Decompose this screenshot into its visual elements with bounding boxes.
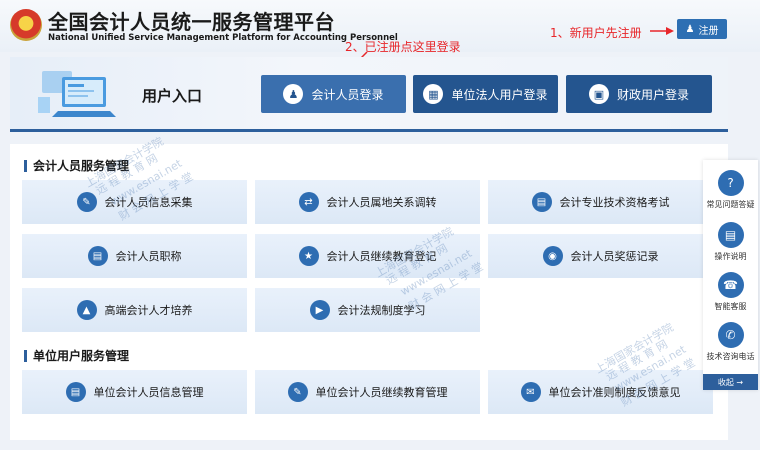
- service-professional-title[interactable]: ▤ 会计人员职称: [22, 234, 247, 278]
- finance-login-label: 财政用户登录: [616, 87, 689, 102]
- user-entry-title: 用户入口: [142, 87, 203, 105]
- graduation-cap-icon: ▲: [76, 300, 97, 320]
- question-icon: ?: [717, 170, 744, 196]
- document-icon: ▤: [717, 222, 744, 248]
- watermark-line: 上海国家会计学院: [592, 320, 676, 377]
- services-panel: 会计人员服务管理 ✎ 会计人员信息采集 ⇄ 会计人员属地关系调转 ▤ 会计专业技…: [10, 135, 728, 440]
- headset-icon: ☎: [717, 272, 744, 298]
- building-icon: ▦: [423, 84, 444, 104]
- service-info-collection[interactable]: ✎ 会计人员信息采集: [22, 180, 247, 224]
- customer-service-label: 智能客服: [714, 302, 747, 311]
- register-label: 注册: [698, 25, 719, 37]
- floating-help-panel: ? 常见问题答疑 ▤ 操作说明 ☎ 智能客服 ✆ 技术咨询电话 收起 →: [703, 160, 758, 390]
- collapse-button[interactable]: 收起 →: [703, 374, 758, 390]
- service-label: 会计人员信息采集: [104, 196, 193, 209]
- service-label: 单位会计准则制度反馈意见: [548, 386, 681, 399]
- corporate-login-label: 单位法人用户登录: [451, 87, 548, 102]
- record-icon: ◉: [542, 246, 563, 266]
- service-qualification-exam[interactable]: ▤ 会计专业技术资格考试: [488, 180, 713, 224]
- accountant-login-label: 会计人员登录: [311, 87, 384, 102]
- site-title: 全国会计人员统一服务管理平台: [48, 10, 335, 34]
- accountant-services-title: 会计人员服务管理: [24, 160, 129, 172]
- corporate-login-button[interactable]: ▦ 单位法人用户登录: [413, 75, 558, 113]
- user-icon: ♟: [685, 23, 695, 35]
- faq-link[interactable]: ? 常见问题答疑: [703, 170, 758, 210]
- feedback-icon: ✉: [520, 382, 541, 402]
- service-label: 高端会计人才培养: [104, 304, 193, 317]
- tech-phone-link[interactable]: ✆ 技术咨询电话: [703, 322, 758, 362]
- service-territorial-transfer[interactable]: ⇄ 会计人员属地关系调转: [255, 180, 480, 224]
- entry-divider: [10, 129, 728, 132]
- phone-icon: ✆: [717, 322, 744, 348]
- customer-service-link[interactable]: ☎ 智能客服: [703, 272, 758, 312]
- arrow-right-icon: [650, 27, 674, 35]
- exam-icon: ▤: [531, 192, 552, 212]
- accountant-login-button[interactable]: ♟ 会计人员登录: [261, 75, 406, 113]
- service-label: 会计人员奖惩记录: [570, 250, 659, 263]
- person-icon: ♟: [283, 84, 304, 104]
- faq-label: 常见问题答疑: [706, 200, 755, 209]
- service-regulation-study[interactable]: ▶ 会计法规制度学习: [255, 288, 480, 332]
- service-unit-standards-feedback[interactable]: ✉ 单位会计准则制度反馈意见: [488, 370, 713, 414]
- id-card-icon: ▣: [588, 84, 609, 104]
- service-label: 单位会计人员继续教育管理: [315, 386, 448, 399]
- manual-link[interactable]: ▤ 操作说明: [703, 222, 758, 262]
- service-talent-cultivation[interactable]: ▲ 高端会计人才培养: [22, 288, 247, 332]
- service-label: 会计人员继续教育登记: [326, 250, 437, 263]
- info-manage-icon: ▤: [65, 382, 86, 402]
- form-icon: ✎: [76, 192, 97, 212]
- service-unit-info-management[interactable]: ▤ 单位会计人员信息管理: [22, 370, 247, 414]
- manual-label: 操作说明: [714, 252, 747, 261]
- service-unit-education-management[interactable]: ✎ 单位会计人员继续教育管理: [255, 370, 480, 414]
- register-button[interactable]: ♟ 注册: [677, 19, 727, 39]
- user-entry-banner: 用户入口 ♟ 会计人员登录 ▦ 单位法人用户登录 ▣ 财政用户登录: [10, 57, 728, 129]
- service-reward-record[interactable]: ◉ 会计人员奖惩记录: [488, 234, 713, 278]
- computer-illustration-icon: [38, 71, 116, 117]
- service-label: 会计法规制度学习: [337, 304, 426, 317]
- service-continuing-education[interactable]: ★ 会计人员继续教育登记: [255, 234, 480, 278]
- hint-new-user: 1、新用户先注册: [550, 26, 642, 40]
- play-icon: ▶: [309, 300, 330, 320]
- service-label: 会计人员职称: [115, 250, 182, 263]
- title-icon: ▤: [87, 246, 108, 266]
- edu-manage-icon: ✎: [287, 382, 308, 402]
- finance-login-button[interactable]: ▣ 财政用户登录: [566, 75, 712, 113]
- service-label: 会计人员属地关系调转: [326, 196, 437, 209]
- national-emblem-icon: [10, 9, 42, 41]
- service-label: 会计专业技术资格考试: [559, 196, 670, 209]
- transfer-icon: ⇄: [298, 192, 319, 212]
- unit-services-title: 单位用户服务管理: [24, 350, 129, 362]
- service-label: 单位会计人员信息管理: [93, 386, 204, 399]
- education-icon: ★: [298, 246, 319, 266]
- tech-phone-label: 技术咨询电话: [706, 352, 755, 361]
